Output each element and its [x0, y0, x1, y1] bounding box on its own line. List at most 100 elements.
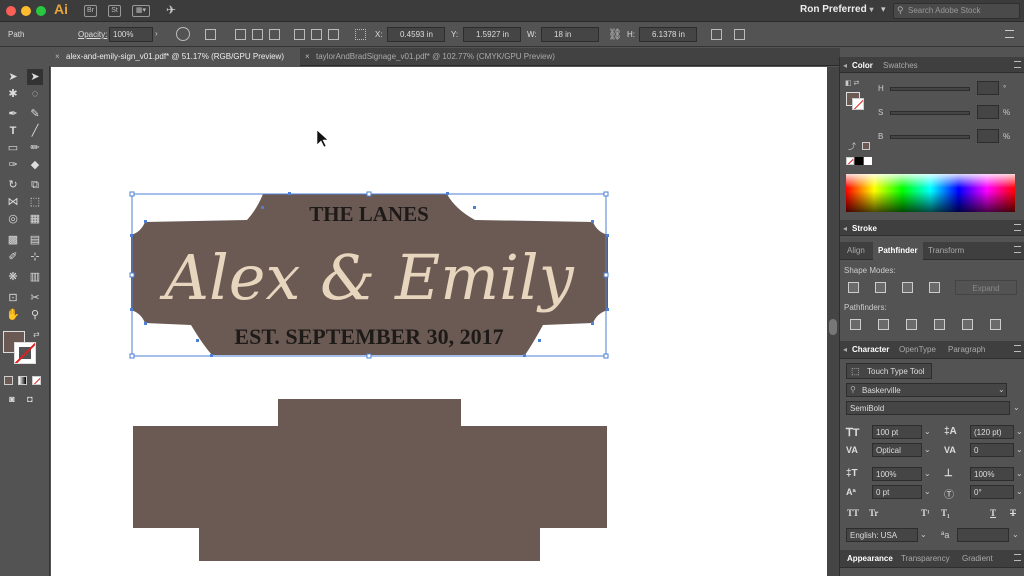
anti-aliasing-dropdown-icon[interactable]: ⌄: [1012, 530, 1019, 539]
minus-back-icon[interactable]: [990, 319, 1001, 330]
collapse-icon[interactable]: ◂: [843, 61, 847, 70]
intersect-icon[interactable]: [902, 282, 913, 293]
close-tab-icon[interactable]: ×: [55, 52, 60, 61]
scrollbar-thumb[interactable]: [829, 319, 837, 335]
trim-icon[interactable]: [878, 319, 889, 330]
gradient-mode-icon[interactable]: [18, 376, 27, 385]
align-bottom-icon[interactable]: [328, 29, 339, 40]
minus-front-icon[interactable]: [875, 282, 886, 293]
kerning-field[interactable]: Optical: [872, 443, 922, 457]
constrain-proportions-icon[interactable]: ⛓: [608, 28, 622, 41]
type-tool-icon[interactable]: T: [5, 123, 21, 139]
lasso-icon[interactable]: ◌: [27, 86, 43, 102]
panel-menu-icon[interactable]: [1014, 345, 1021, 352]
tab-color[interactable]: Color: [852, 61, 873, 70]
vertical-scale-dropdown-icon[interactable]: ⌄: [924, 469, 931, 478]
font-family-field[interactable]: ⚲ Baskerville: [846, 383, 1007, 397]
opacity-label[interactable]: Opacity:: [78, 30, 107, 39]
b-field[interactable]: [977, 129, 999, 143]
underline-button[interactable]: T: [990, 508, 996, 518]
small-caps-button[interactable]: Tr: [869, 508, 878, 518]
crop-icon[interactable]: [934, 319, 945, 330]
anti-aliasing-field[interactable]: [957, 528, 1009, 542]
line-tool-icon[interactable]: ╱: [27, 123, 43, 139]
font-size-field[interactable]: 100 pt: [872, 425, 922, 439]
paintbrush-icon[interactable]: ✏: [27, 140, 43, 156]
font-family-dropdown-icon[interactable]: ⌄: [998, 385, 1005, 394]
horizontal-scale-field[interactable]: 100%: [970, 467, 1014, 481]
opacity-field[interactable]: 100%: [109, 27, 153, 42]
leading-dropdown-icon[interactable]: ⌄: [1016, 427, 1023, 436]
superscript-button[interactable]: T¹: [921, 508, 930, 518]
tracking-field[interactable]: 0: [970, 443, 1014, 457]
graph-tool-icon[interactable]: ▥: [27, 269, 43, 285]
panel-menu-icon[interactable]: [1014, 61, 1021, 68]
font-style-field[interactable]: SemiBold: [846, 401, 1010, 415]
eraser-icon[interactable]: ◆: [27, 157, 43, 173]
zoom-tool-icon[interactable]: ⚲: [27, 307, 43, 323]
control-menu-icon[interactable]: [1005, 30, 1014, 38]
scale-tool-icon[interactable]: ⧉: [27, 177, 43, 193]
default-colors-icon[interactable]: ◧ ⇄: [845, 79, 859, 87]
tab-align[interactable]: Align: [847, 246, 865, 255]
white-swatch[interactable]: [864, 157, 872, 165]
color-spectrum[interactable]: [846, 174, 1015, 212]
close-tab-icon[interactable]: ×: [305, 52, 310, 61]
tab-gradient[interactable]: Gradient: [962, 554, 993, 563]
merge-icon[interactable]: [906, 319, 917, 330]
tab-swatches[interactable]: Swatches: [883, 61, 918, 70]
shape-builder-icon[interactable]: ◎: [5, 211, 21, 227]
character-rotation-field[interactable]: 0°: [970, 485, 1014, 499]
panel-menu-icon[interactable]: [1014, 554, 1021, 561]
s-field[interactable]: [977, 105, 999, 119]
tab-taylor-and-brad[interactable]: × taylorAndBradSignage_v01.pdf* @ 102.77…: [300, 48, 570, 66]
hand-tool-icon[interactable]: ✋: [5, 307, 21, 323]
tab-paragraph[interactable]: Paragraph: [948, 345, 985, 354]
expand-button[interactable]: Expand: [955, 280, 1017, 295]
none-mode-icon[interactable]: [32, 376, 41, 385]
free-transform-icon[interactable]: ⬚: [27, 194, 43, 210]
tab-transform[interactable]: Transform: [928, 246, 964, 255]
x-field[interactable]: 0.4593 in: [387, 27, 445, 42]
recolor-artwork-icon[interactable]: [176, 27, 190, 41]
align-middle-icon[interactable]: [311, 29, 322, 40]
magic-wand-icon[interactable]: ✱: [5, 86, 21, 102]
sign-shape-base[interactable]: [133, 399, 607, 561]
touch-type-tool-button[interactable]: ⬚ Touch Type Tool: [846, 363, 932, 379]
stroke-swatch[interactable]: [14, 342, 36, 364]
pen-tool-icon[interactable]: ✒: [5, 106, 21, 122]
shaper-tool-icon[interactable]: ✑: [5, 157, 21, 173]
close-window-button[interactable]: [6, 6, 16, 16]
tab-transparency[interactable]: Transparency: [901, 554, 950, 563]
tab-stroke[interactable]: Stroke: [852, 224, 877, 233]
s-slider[interactable]: [890, 111, 970, 115]
tab-appearance[interactable]: Appearance: [847, 554, 893, 563]
zoom-window-button[interactable]: [36, 6, 46, 16]
gpu-performance-icon[interactable]: ✈: [166, 3, 176, 17]
subscript-button[interactable]: T₁: [941, 508, 950, 518]
symbol-sprayer-icon[interactable]: ❋: [5, 269, 21, 285]
selection-tool-icon[interactable]: ➤: [5, 69, 21, 85]
y-field[interactable]: 1.5927 in: [463, 27, 521, 42]
perspective-grid-icon[interactable]: ▦: [27, 211, 43, 227]
reference-point-icon[interactable]: [355, 29, 366, 40]
align-right-icon[interactable]: [269, 29, 280, 40]
horizontal-scale-dropdown-icon[interactable]: ⌄: [1016, 469, 1023, 478]
kerning-dropdown-icon[interactable]: ⌄: [924, 445, 931, 454]
rotate-tool-icon[interactable]: ↻: [5, 177, 21, 193]
h-field[interactable]: [977, 81, 999, 95]
exclude-icon[interactable]: [929, 282, 940, 293]
curvature-tool-icon[interactable]: ✎: [27, 106, 43, 122]
screen-mode-icon[interactable]: ◘: [22, 391, 38, 407]
direct-selection-tool-icon[interactable]: ➤: [27, 69, 43, 85]
w-field[interactable]: 18 in: [541, 27, 599, 42]
search-scope-icon[interactable]: ▾: [881, 4, 886, 15]
vertical-scrollbar[interactable]: [827, 67, 839, 576]
h-field[interactable]: 6.1378 in: [639, 27, 697, 42]
collapse-icon[interactable]: ◂: [843, 345, 847, 354]
all-caps-button[interactable]: TT: [847, 508, 859, 518]
slice-tool-icon[interactable]: ✂: [27, 290, 43, 306]
sign-bottom-text[interactable]: EST. SEPTEMBER 30, 2017: [234, 324, 503, 349]
width-tool-icon[interactable]: ⋈: [5, 194, 21, 210]
h-slider[interactable]: [890, 87, 970, 91]
